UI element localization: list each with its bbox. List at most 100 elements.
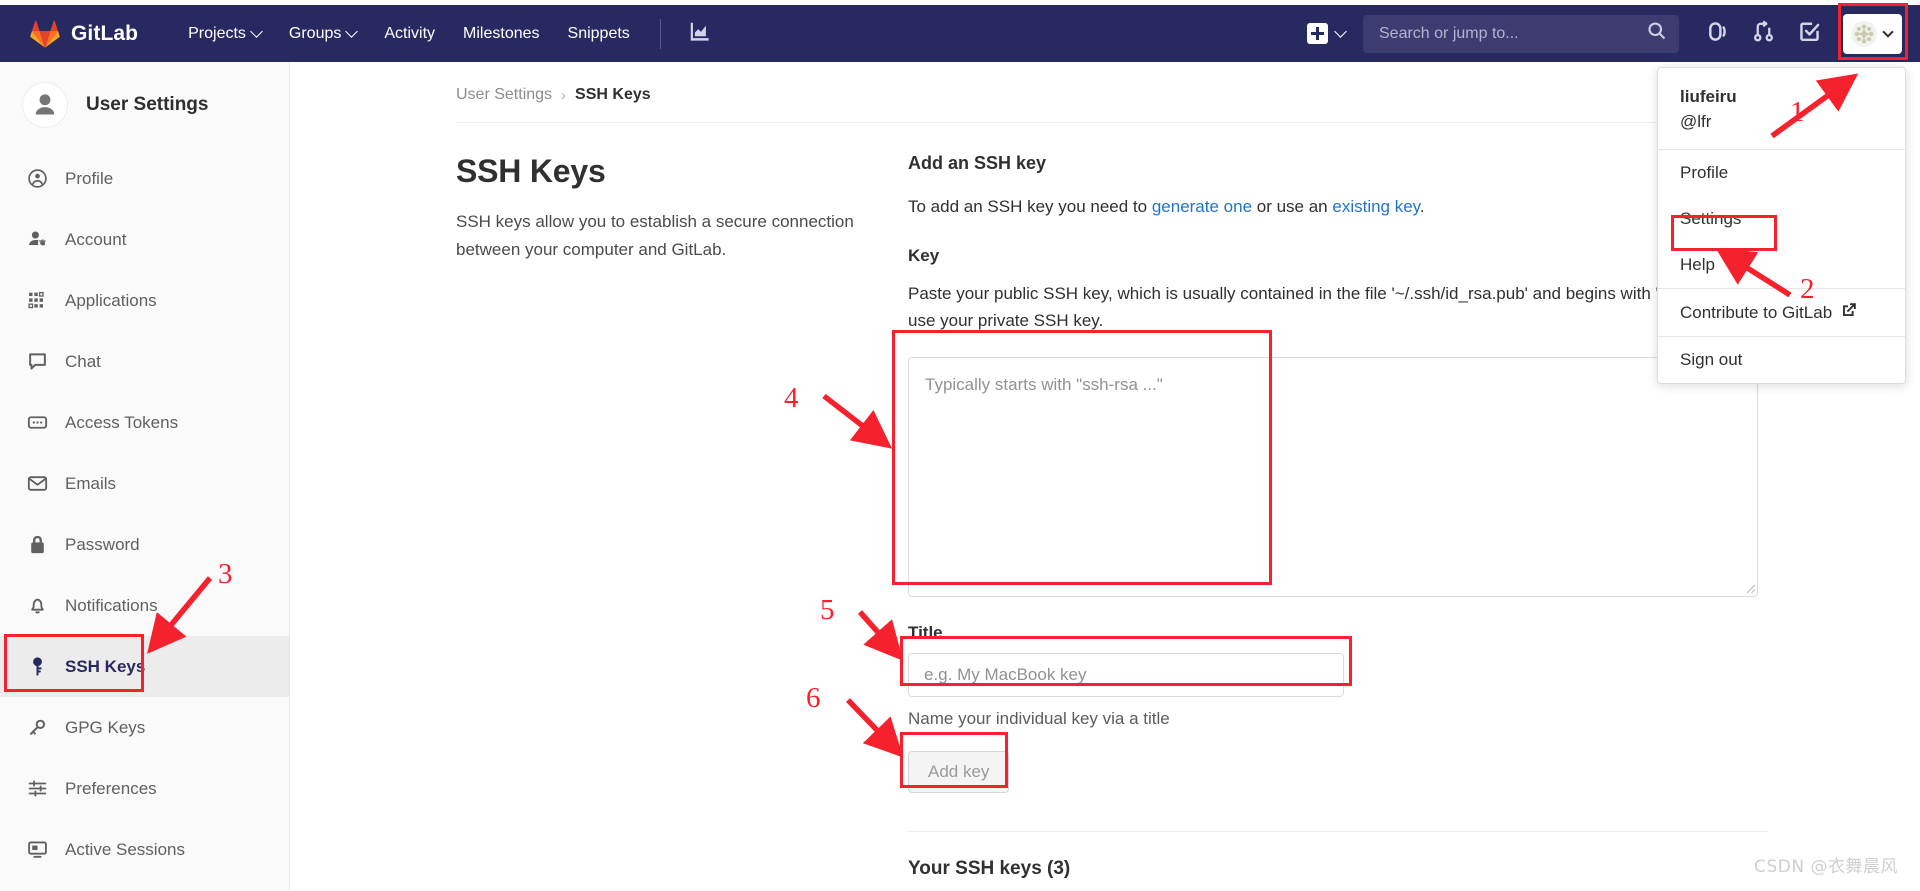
sidebar-nav-list: Profile Account Applications Chat Access…: [0, 148, 289, 880]
sidebar-item-label: SSH Keys: [65, 656, 146, 676]
chevron-down-icon: [250, 25, 263, 38]
sidebar-item-label: Password: [65, 534, 140, 554]
avatar-dropdown-toggle[interactable]: [1843, 13, 1902, 54]
sidebar-item-label: Access Tokens: [65, 412, 179, 432]
breadcrumb-parent[interactable]: User Settings: [456, 86, 552, 104]
nav-item-snippets[interactable]: Snippets: [554, 17, 644, 51]
user-avatar: [1851, 20, 1877, 47]
nav-item-groups-label: Groups: [288, 24, 342, 42]
create-new-button[interactable]: [1299, 17, 1353, 50]
sliders-icon: [26, 777, 49, 800]
dropdown-item-label: Contribute to GitLab: [1680, 302, 1833, 322]
gpg-key-icon: [26, 716, 49, 739]
add-key-intro-suffix: .: [1419, 197, 1425, 216]
brand-name: GitLab: [71, 21, 139, 45]
plus-square-icon: [1307, 23, 1328, 44]
key-field-label: Key: [908, 246, 940, 266]
key-textarea[interactable]: [908, 356, 1758, 597]
sidebar-item-label: Applications: [65, 290, 157, 310]
sidebar-item-chat[interactable]: Chat: [0, 331, 289, 392]
applications-grid-icon: [26, 289, 49, 312]
sidebar-item-emails[interactable]: Emails: [0, 453, 289, 514]
gitlab-brand[interactable]: GitLab: [14, 20, 148, 48]
chevron-down-icon: [345, 25, 359, 38]
search-input[interactable]: Search or jump to...: [1363, 14, 1679, 53]
key-help-text: Paste your public SSH key, which is usua…: [908, 284, 1767, 331]
sidebar-item-label: GPG Keys: [65, 717, 146, 737]
key-icon: [26, 655, 49, 678]
sidebar-item-label: Notifications: [65, 595, 158, 615]
sidebar-item-gpg-keys[interactable]: GPG Keys: [0, 697, 289, 758]
nav-item-projects[interactable]: Projects: [174, 17, 275, 51]
account-gear-icon: [26, 228, 49, 251]
existing-key-link[interactable]: existing key: [1332, 197, 1420, 216]
sidebar-item-notifications[interactable]: Notifications: [0, 575, 289, 636]
nav-item-groups[interactable]: Groups: [275, 17, 370, 51]
nav-item-projects-label: Projects: [188, 24, 246, 42]
sidebar-item-label: Chat: [65, 351, 101, 371]
nav-item-milestones-label: Milestones: [463, 24, 540, 42]
breadcrumb-current: SSH Keys: [575, 86, 651, 103]
add-key-button[interactable]: Add key: [908, 750, 1010, 793]
sidebar-item-preferences[interactable]: Preferences: [0, 758, 289, 819]
sidebar-item-label: Active Sessions: [65, 839, 185, 859]
dropdown-user-info: liufeiru @lfr: [1658, 68, 1905, 149]
nav-item-activity-label: Activity: [384, 24, 436, 42]
analytics-button[interactable]: [677, 14, 721, 54]
add-key-heading: Add an SSH key: [908, 153, 1047, 173]
monitor-icon: [26, 838, 49, 861]
navbar-right: Search or jump to...: [1299, 13, 1906, 54]
nav-item-activity[interactable]: Activity: [370, 17, 449, 51]
settings-description-column: SSH Keys SSH keys allow you to establish…: [456, 153, 908, 880]
csdn-watermark: CSDN @衣舞晨风: [1754, 857, 1898, 877]
sidebar-item-profile[interactable]: Profile: [0, 148, 289, 209]
chat-bubble-icon: [26, 350, 49, 373]
generate-one-link[interactable]: generate one: [1152, 197, 1252, 216]
sidebar-item-label: Profile: [65, 168, 114, 188]
chevron-down-icon: [1334, 25, 1347, 38]
add-key-intro: To add an SSH key you need to generate o…: [908, 193, 1768, 220]
sidebar-item-label: Emails: [65, 473, 117, 493]
add-ssh-key-form: Add an SSH key To add an SSH key you nee…: [908, 153, 1768, 880]
your-ssh-keys-heading: Your SSH keys (3): [908, 857, 1071, 879]
title-input[interactable]: [908, 652, 1344, 697]
dropdown-item-label: Help: [1680, 255, 1715, 275]
user-dropdown-menu: liufeiru @lfr Profile Settings Help Cont…: [1657, 67, 1906, 385]
issues-button[interactable]: [1695, 14, 1739, 54]
sidebar-header: User Settings: [0, 62, 289, 148]
sidebar-item-access-tokens[interactable]: Access Tokens: [0, 392, 289, 453]
dropdown-item-label: Sign out: [1680, 350, 1743, 370]
nav-divider: [659, 18, 661, 49]
sidebar-title: User Settings: [86, 94, 209, 115]
dropdown-item-label: Settings: [1680, 209, 1742, 229]
dropdown-item-profile[interactable]: Profile: [1658, 150, 1905, 196]
sidebar-item-applications[interactable]: Applications: [0, 270, 289, 331]
todos-icon: [1798, 20, 1821, 48]
primary-nav: Projects Groups Activity Milestones Snip…: [174, 14, 721, 54]
todos-button[interactable]: [1787, 14, 1831, 54]
nav-item-milestones[interactable]: Milestones: [449, 17, 553, 51]
dropdown-item-settings[interactable]: Settings: [1658, 196, 1905, 242]
sidebar-item-ssh-keys[interactable]: SSH Keys: [0, 636, 289, 697]
search-placeholder: Search or jump to...: [1379, 24, 1519, 42]
envelope-icon: [26, 472, 49, 495]
sidebar-item-account[interactable]: Account: [0, 209, 289, 270]
dropdown-item-help[interactable]: Help: [1658, 242, 1905, 288]
sidebar-item-password[interactable]: Password: [0, 514, 289, 575]
external-link-icon: [1841, 302, 1857, 323]
sidebar-item-label: Account: [65, 229, 127, 249]
dropdown-username: liufeiru: [1680, 87, 1737, 106]
user-settings-sidebar: User Settings Profile Account Applicatio…: [0, 62, 290, 891]
sidebar-item-active-sessions[interactable]: Active Sessions: [0, 819, 289, 880]
dropdown-item-contribute[interactable]: Contribute to GitLab: [1658, 289, 1905, 336]
token-icon: [26, 411, 49, 434]
page-title: SSH Keys: [456, 153, 606, 189]
app-root: GitLab Projects Groups Activity Mileston…: [0, 0, 1920, 891]
dropdown-item-label: Profile: [1680, 163, 1729, 183]
chevron-down-icon: [1882, 25, 1894, 38]
merge-requests-button[interactable]: [1741, 14, 1785, 54]
dropdown-item-sign-out[interactable]: Sign out: [1658, 337, 1905, 383]
add-key-intro-prefix: To add an SSH key you need to: [908, 197, 1152, 216]
bell-icon: [26, 594, 49, 617]
lock-icon: [26, 533, 49, 556]
